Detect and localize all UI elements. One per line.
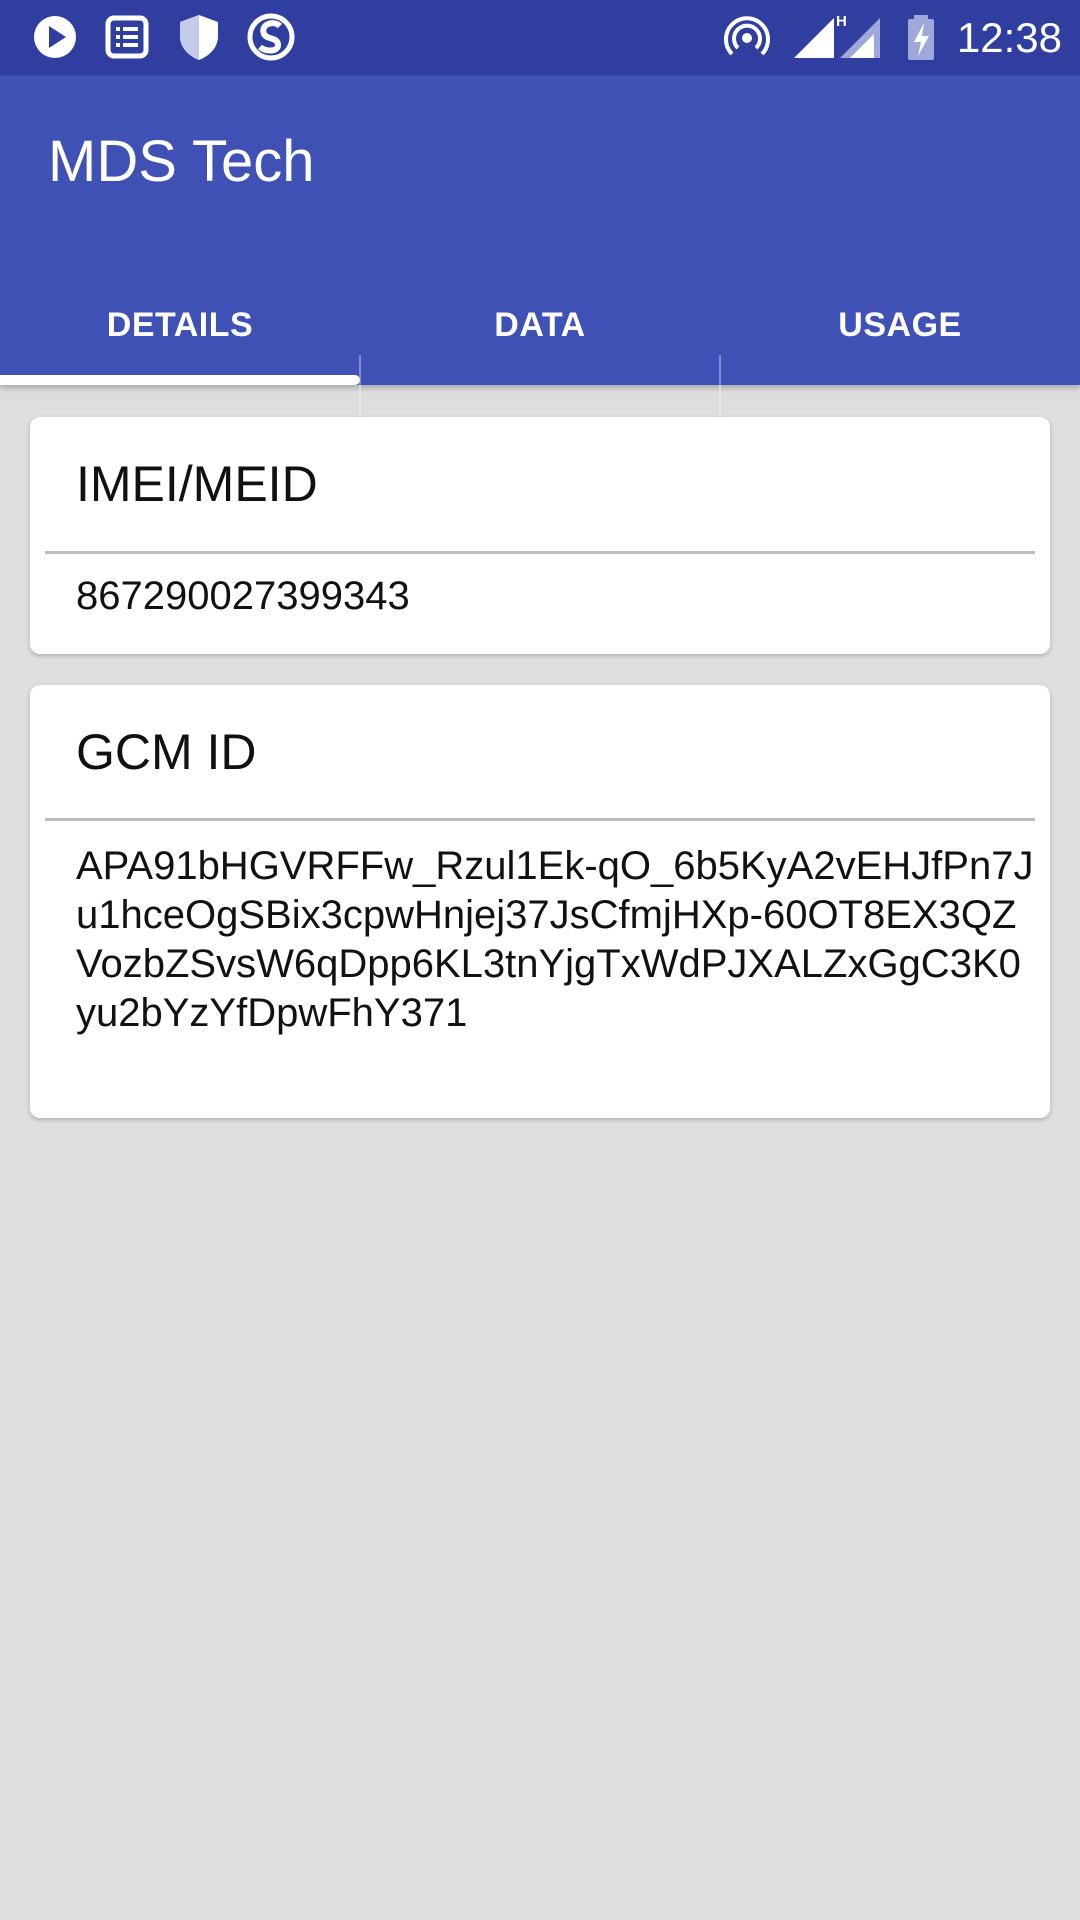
svg-text:H: H	[836, 13, 847, 30]
tab-usage[interactable]: USAGE	[720, 275, 1080, 385]
gcm-value: APA91bHGVRFFw_Rzul1Ek-qO_6b5KyA2vEHJfPn7…	[76, 844, 1034, 1035]
status-time: 12:38	[956, 14, 1062, 61]
tab-divider	[359, 355, 361, 425]
gcm-card-title: GCM ID	[76, 724, 257, 780]
app-bar: MDS Tech DETAILS DATA USAGE	[0, 75, 1080, 425]
tab-data-label: DATA	[494, 305, 586, 344]
card-divider	[45, 818, 1035, 821]
s-logo-icon	[246, 12, 296, 62]
tab-indicator	[0, 375, 360, 385]
shield-icon	[174, 12, 224, 62]
tab-bar: DETAILS DATA USAGE	[0, 275, 1080, 425]
list-icon	[102, 12, 152, 62]
status-bar: H 12:38	[0, 0, 1080, 75]
imei-value: 867290027399343	[76, 574, 410, 618]
play-circle-icon	[30, 12, 80, 62]
signal-h-icon: H	[836, 12, 886, 62]
imei-card-title: IMEI/MEID	[76, 456, 318, 512]
imei-card: IMEI/MEID 867290027399343	[30, 417, 1050, 654]
card-divider	[45, 551, 1035, 554]
app-title: MDS Tech	[48, 129, 315, 194]
signal-icon	[790, 12, 840, 62]
tab-data[interactable]: DATA	[360, 275, 720, 385]
battery-charging-icon	[896, 12, 946, 62]
tab-details-label: DETAILS	[106, 305, 254, 344]
tab-divider	[719, 355, 721, 425]
tab-details[interactable]: DETAILS	[0, 275, 360, 385]
hotspot-icon	[722, 12, 772, 62]
tab-usage-label: USAGE	[838, 305, 962, 344]
gcm-card: GCM ID APA91bHGVRFFw_Rzul1Ek-qO_6b5KyA2v…	[30, 685, 1050, 1118]
